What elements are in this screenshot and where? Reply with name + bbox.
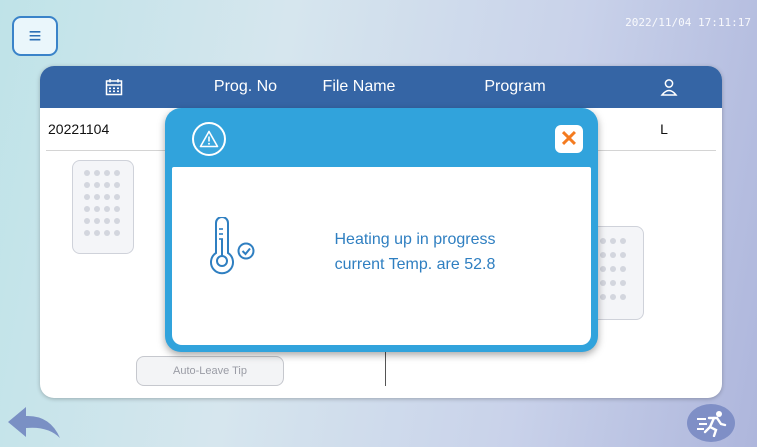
close-button[interactable]: ✕	[555, 125, 583, 153]
close-icon: ✕	[559, 126, 579, 151]
datetime-display: 2022/11/04 17:11:17	[625, 16, 751, 29]
back-button[interactable]	[4, 404, 64, 447]
message-line-1: Heating up in progress	[334, 231, 496, 248]
auto-leave-tip-button[interactable]: Auto-Leave Tip	[136, 356, 284, 386]
calendar-icon	[105, 79, 123, 96]
menu-button[interactable]: ≡	[12, 16, 58, 56]
user-icon	[659, 79, 678, 96]
column-file-name: File Name	[322, 78, 396, 95]
thermometer-check-icon	[210, 217, 255, 275]
plate-left-image	[72, 160, 134, 254]
row-user: L	[660, 121, 668, 137]
warning-icon	[192, 122, 226, 156]
heating-dialog: ✕ Heating up in progress current Temp. a…	[165, 108, 598, 352]
run-icon	[697, 411, 727, 437]
message-line-2: current Temp. are 52.8	[334, 256, 496, 273]
dialog-header: ✕	[172, 108, 591, 167]
run-button[interactable]	[687, 404, 735, 442]
user-column-header	[615, 66, 722, 108]
calendar-column-header	[40, 66, 188, 108]
table-header: Prog. No File Name Program	[40, 66, 722, 108]
column-program: Program	[484, 78, 546, 95]
plate-right-image	[590, 226, 644, 320]
back-arrow-icon	[8, 407, 60, 438]
heating-message: Heating up in progress current Temp. are…	[310, 227, 520, 277]
menu-icon: ≡	[28, 23, 42, 48]
dialog-body: Heating up in progress current Temp. are…	[172, 167, 591, 345]
column-prog-no: Prog. No	[213, 78, 278, 95]
